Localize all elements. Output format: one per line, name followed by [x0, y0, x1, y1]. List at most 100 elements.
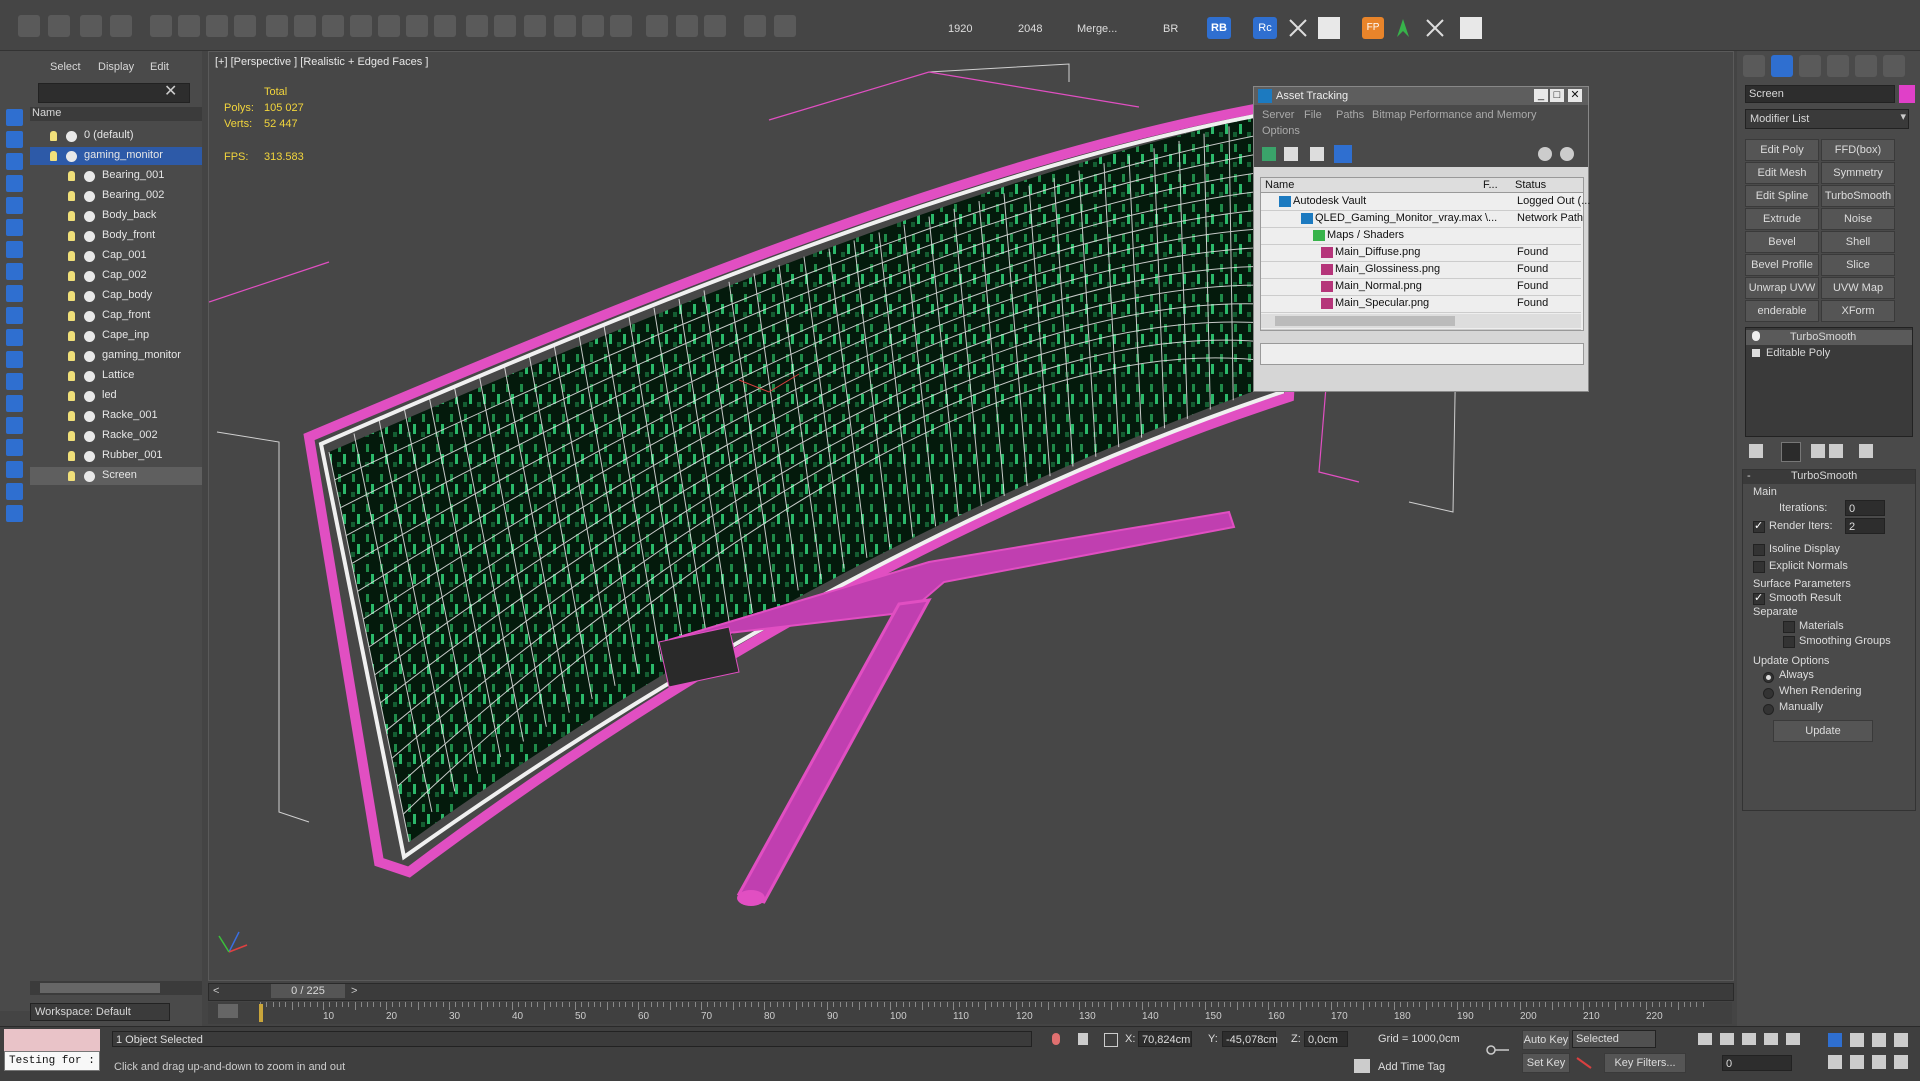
collapse-icon[interactable]: - — [1747, 470, 1751, 482]
modifier-button[interactable]: Bevel Profile — [1745, 254, 1819, 276]
manually-radio[interactable] — [1763, 704, 1774, 715]
render-width[interactable]: 1920 — [948, 23, 972, 35]
field-of-view-icon[interactable] — [1828, 1055, 1842, 1069]
modifier-button[interactable]: Bevel — [1745, 231, 1819, 253]
explorer-filter-icon[interactable] — [6, 351, 23, 368]
explorer-filter-icon[interactable] — [6, 109, 23, 126]
key-mode-dropdown[interactable]: Selected — [1572, 1030, 1656, 1048]
explorer-filter-icon[interactable] — [6, 219, 23, 236]
pan-icon[interactable] — [1850, 1055, 1864, 1069]
stack-item-editable-poly[interactable]: Editable Poly — [1746, 346, 1912, 361]
explorer-filter-icon[interactable] — [6, 131, 23, 148]
maxscript-listener-pink[interactable] — [4, 1029, 100, 1051]
scene-row[interactable]: gaming_monitor — [30, 147, 202, 165]
modifier-button[interactable]: Shell — [1821, 231, 1895, 253]
snowflake-icon[interactable] — [554, 15, 576, 37]
y-coord-field[interactable]: -45,078cm — [1222, 1031, 1278, 1047]
visibility-bulb-icon[interactable] — [68, 291, 75, 301]
scene-row[interactable]: Cape_inp — [30, 327, 202, 345]
visibility-bulb-icon[interactable] — [68, 411, 75, 421]
light-bulb-icon[interactable] — [150, 15, 172, 37]
iterations-spinner[interactable]: 0 — [1845, 500, 1885, 516]
visibility-bulb-icon[interactable] — [68, 471, 75, 481]
render-frame-icon[interactable] — [48, 15, 70, 37]
explorer-scrollbar[interactable] — [30, 981, 202, 995]
workspace-dropdown[interactable]: Workspace: Default — [30, 1003, 170, 1021]
visibility-bulb-icon[interactable] — [68, 331, 75, 341]
set-key-icon[interactable] — [1576, 1057, 1592, 1069]
teapot-icon[interactable] — [350, 15, 372, 37]
tools-icon[interactable] — [1287, 17, 1309, 39]
rollout-header[interactable]: - TurboSmooth — [1743, 470, 1915, 484]
visibility-bulb-icon[interactable] — [68, 431, 75, 441]
modifier-button[interactable]: Symmetry — [1821, 162, 1895, 184]
maxscript-listener-white[interactable]: Testing for : — [4, 1051, 100, 1071]
utilities-tab-icon[interactable] — [1883, 55, 1905, 77]
maximize-viewport-icon[interactable] — [1894, 1055, 1908, 1069]
scene-row[interactable]: Bearing_002 — [30, 187, 202, 205]
modifier-button[interactable]: Unwrap UVW — [1745, 277, 1819, 299]
scene-row[interactable]: Cap_body — [30, 287, 202, 305]
menu-server[interactable]: Server — [1262, 109, 1294, 121]
col-name[interactable]: Name — [1265, 179, 1294, 191]
help-icon[interactable] — [1538, 147, 1552, 161]
help-icon[interactable] — [774, 15, 796, 37]
absolute-mode-icon[interactable] — [1104, 1033, 1118, 1047]
detail-view-icon[interactable] — [1310, 147, 1324, 161]
modify-tab-icon[interactable] — [1771, 55, 1793, 77]
modifier-button[interactable]: Edit Mesh — [1745, 162, 1819, 184]
sun-icon[interactable] — [406, 15, 428, 37]
asset-row[interactable]: Main_Normal.png Found — [1261, 279, 1581, 296]
menu-options[interactable]: Options — [1262, 125, 1300, 137]
key-icon[interactable] — [1486, 1045, 1510, 1055]
auto-key-button[interactable]: Auto Key — [1522, 1030, 1570, 1050]
explorer-filter-icon[interactable] — [6, 483, 23, 500]
rb-button[interactable]: RB — [1207, 17, 1231, 39]
time-slider[interactable]: < 0 / 225 > — [208, 983, 1734, 1001]
current-frame-field[interactable]: 0 — [1722, 1055, 1792, 1071]
play-icon[interactable] — [1742, 1033, 1756, 1045]
create-tab-icon[interactable] — [1743, 55, 1765, 77]
minimize-button[interactable]: _ — [1534, 89, 1548, 102]
asset-row[interactable]: Maps / Shaders — [1261, 228, 1581, 245]
particles-icon[interactable] — [466, 15, 488, 37]
visibility-bulb-icon[interactable] — [50, 151, 57, 161]
spreadsheet-icon[interactable] — [1460, 17, 1482, 39]
next-key-icon[interactable] — [1764, 1033, 1778, 1045]
render-iters-checkbox[interactable] — [1753, 519, 1765, 533]
list-view-icon[interactable] — [1284, 147, 1298, 161]
when-rendering-radio[interactable] — [1763, 688, 1774, 699]
modifier-button[interactable]: XForm — [1821, 300, 1895, 322]
col-full-path[interactable]: F... — [1483, 179, 1498, 191]
x-coord-field[interactable]: 70,824cm — [1138, 1031, 1192, 1047]
isoline-display-checkbox[interactable] — [1753, 544, 1765, 556]
modifier-button[interactable]: Slice — [1821, 254, 1895, 276]
explorer-filter-icon[interactable] — [6, 329, 23, 346]
scene-row[interactable]: Rubber_001 — [30, 447, 202, 465]
menu-bitmap-performance[interactable]: Bitmap Performance and Memory — [1372, 109, 1536, 121]
menu-file[interactable]: File — [1304, 109, 1322, 121]
asset-table-scrollbar[interactable] — [1261, 314, 1581, 328]
sphere-icon[interactable] — [294, 15, 316, 37]
atoms-icon[interactable] — [494, 15, 516, 37]
plant-tool-icon[interactable] — [1392, 17, 1414, 39]
modifier-button[interactable]: UVW Map — [1821, 277, 1895, 299]
render-setup-icon[interactable] — [206, 15, 228, 37]
scene-row[interactable]: gaming_monitor — [30, 347, 202, 365]
fp-button[interactable]: FP — [1362, 17, 1384, 39]
menu-select[interactable]: Select — [50, 61, 81, 73]
document-icon[interactable] — [744, 15, 766, 37]
next-frame-icon[interactable]: > — [351, 985, 357, 997]
prev-key-icon[interactable] — [1720, 1033, 1734, 1045]
add-time-tag[interactable]: Add Time Tag — [1378, 1061, 1445, 1073]
visibility-bulb-icon[interactable] — [68, 391, 75, 401]
modifier-button[interactable]: Edit Spline — [1745, 185, 1819, 207]
merge-button[interactable]: Merge... — [1077, 23, 1117, 35]
menu-display[interactable]: Display — [98, 61, 134, 73]
schematic-icon[interactable] — [178, 15, 200, 37]
scene-row[interactable]: Bearing_001 — [30, 167, 202, 185]
visibility-bulb-icon[interactable] — [68, 171, 75, 181]
isolate-icon[interactable] — [1052, 1033, 1060, 1045]
br-button[interactable]: BR — [1163, 23, 1178, 35]
explorer-filter-icon[interactable] — [6, 197, 23, 214]
